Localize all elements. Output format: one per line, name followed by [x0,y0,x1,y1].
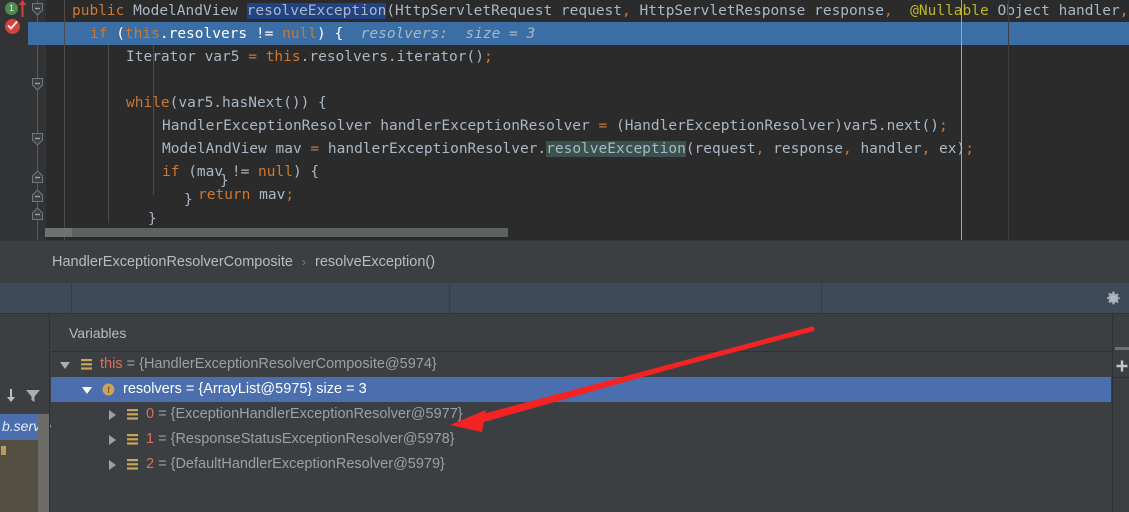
variables-header: Variables [51,314,1111,352]
object-value-icon [127,409,138,420]
code-line: if (this.resolvers != null) { resolvers:… [90,26,536,42]
checkmark-glyph [7,20,18,30]
frames-toolbar[interactable] [0,378,50,415]
variable-eq: = [154,431,171,447]
breadcrumb[interactable]: HandlerExceptionResolverComposite › reso… [0,240,1129,283]
toolbar-segment-3[interactable] [450,283,822,313]
breakpoint-verified-icon[interactable] [5,19,20,34]
inlay-hint: resolvers: size = 3 [360,26,536,42]
code-line: public ModelAndView resolveException(Htt… [72,3,1129,19]
toolbar-segment-2[interactable] [72,283,450,313]
variable-entry: this = {HandlerExceptionResolverComposit… [100,355,437,374]
variables-tree[interactable]: this = {HandlerExceptionResolverComposit… [51,352,1111,512]
frame-marker-icon [1,446,6,455]
table-row[interactable]: 0 = {ExceptionHandlerExceptionResolver@5… [51,402,1111,427]
override-up-arrow-icon[interactable]: 1 [5,2,18,15]
variable-entry: 2 = {DefaultHandlerExceptionResolver@597… [146,455,445,474]
chevron-right-icon[interactable] [106,409,118,421]
ide-debugger-window: 1 public ModelAndView resolveException(H… [0,0,1129,512]
toolbar-segment-1[interactable] [0,283,72,313]
horizontal-scrollbar-nub[interactable] [45,228,72,237]
gear-icon[interactable] [1106,291,1121,306]
variable-value: {HandlerExceptionResolverComposite@5974} [139,356,437,372]
svg-text:f: f [107,386,110,395]
code-text-area[interactable]: public ModelAndView resolveException(Htt… [28,0,1129,240]
variable-eq: = [122,356,140,372]
right-margin-guide [961,0,962,240]
fold-marker-end[interactable] [30,207,45,220]
table-row[interactable]: this = {HandlerExceptionResolverComposit… [51,352,1111,377]
variable-value: {DefaultHandlerExceptionResolver@5979} [170,456,445,472]
override-arrow-glyph [18,0,27,17]
variable-eq: = [154,406,171,422]
chevron-down-icon[interactable] [81,384,93,396]
object-value-icon [81,359,92,370]
variable-eq: = [181,381,199,397]
variables-title: Variables [69,325,127,341]
editor-gutter[interactable]: 1 [0,0,28,240]
object-value-icon [127,459,138,470]
indent-guide [64,0,65,240]
fold-marker-end[interactable] [30,170,45,183]
frames-panel[interactable]: b.servle [0,314,51,512]
debugger-lower-pane: b.servle Variables this = {HandlerExcept… [0,314,1129,512]
breadcrumb-item-class[interactable]: HandlerExceptionResolverComposite [52,254,293,270]
table-row[interactable]: f resolvers = {ArrayList@5975} size = 3 [51,377,1111,402]
variable-value: {ExceptionHandlerExceptionResolver@5977} [170,406,463,422]
variable-name: 2 [146,456,155,472]
code-line-brace: } [220,173,229,189]
code-line-brace: } [184,192,193,208]
debug-toolbar[interactable] [0,283,1129,314]
fold-marker-collapse[interactable] [30,78,45,91]
variable-entry: resolvers = {ArrayList@5975} size = 3 [123,380,367,399]
plus-icon[interactable] [1115,359,1129,373]
code-editor[interactable]: 1 public ModelAndView resolveException(H… [0,0,1129,240]
field-value-icon: f [102,383,115,396]
fold-marker-collapse[interactable] [30,3,45,16]
code-line: ModelAndView mav = handlerExceptionResol… [162,141,974,157]
fold-marker-end[interactable] [30,189,45,202]
variable-value: {ArrayList@5975} size = 3 [198,381,367,397]
frames-vertical-scrollbar[interactable] [38,414,49,512]
code-line: HandlerExceptionResolver handlerExceptio… [162,118,948,134]
variable-value: {ResponseStatusExceptionResolver@5978} [170,431,455,447]
variable-name: this [100,356,123,372]
code-line: if (mav != null) { [162,164,320,180]
variable-name: 1 [146,431,155,447]
code-line: while(var5.hasNext()) { [126,95,327,111]
chevron-down-icon[interactable] [59,359,71,371]
object-value-icon [127,434,138,445]
indent-guide [108,45,109,223]
filter-funnel-icon[interactable] [24,387,42,405]
chevron-right-icon[interactable] [106,459,118,471]
sort-descending-icon[interactable] [2,387,20,405]
horizontal-scrollbar[interactable] [45,228,508,237]
variable-name: 0 [146,406,155,422]
panel-divider[interactable] [49,314,50,512]
table-row[interactable]: 1 = {ResponseStatusExceptionResolver@597… [51,427,1111,452]
minus-icon[interactable] [1115,347,1129,350]
editor-right-separator [1008,0,1009,240]
variable-entry: 0 = {ExceptionHandlerExceptionResolver@5… [146,405,463,424]
table-row[interactable]: 2 = {DefaultHandlerExceptionResolver@597… [51,452,1111,477]
variable-entry: 1 = {ResponseStatusExceptionResolver@597… [146,430,455,449]
variable-eq: = [154,456,171,472]
watches-right-toolbar[interactable] [1112,314,1129,512]
rail-divider [1113,377,1129,378]
variable-name: resolvers [123,381,182,397]
toolbar-segment-4[interactable] [822,283,1129,313]
chevron-right-icon: › [301,255,306,269]
code-line: return mav; [198,187,295,203]
chevron-right-icon[interactable] [106,434,118,446]
code-line: Iterator var5 = this.resolvers.iterator(… [126,49,493,65]
fold-marker-collapse[interactable] [30,133,45,146]
variables-panel[interactable]: Variables this = {HandlerExceptionResolv… [51,314,1111,512]
breadcrumb-item-method[interactable]: resolveException() [315,254,435,270]
